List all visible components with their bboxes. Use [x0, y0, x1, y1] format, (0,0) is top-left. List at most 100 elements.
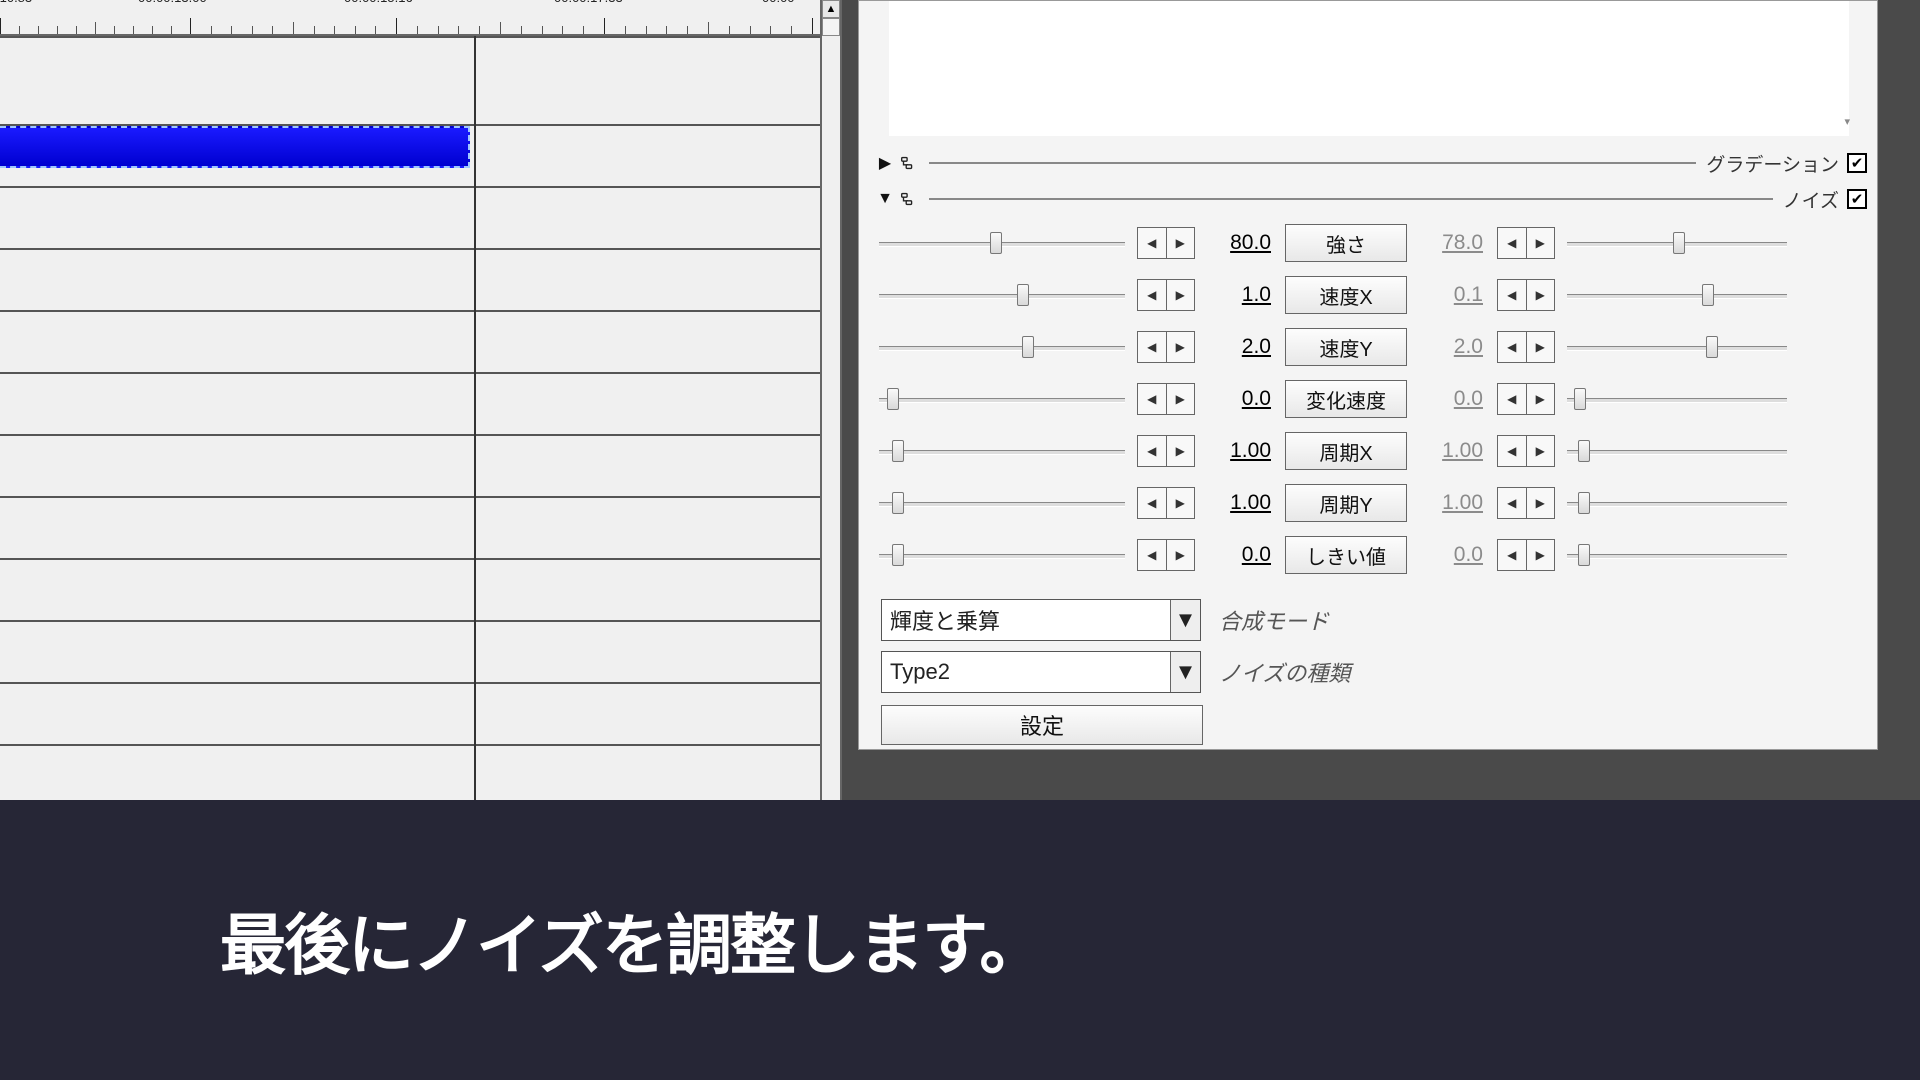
- param-stepper-right[interactable]: ◀▶: [1497, 435, 1555, 467]
- chevron-left-icon[interactable]: ◀: [1138, 384, 1167, 414]
- param-name-button[interactable]: 周期Y: [1285, 484, 1407, 522]
- chevron-left-icon[interactable]: ◀: [1138, 488, 1167, 518]
- timeline-track[interactable]: [0, 684, 820, 746]
- chevron-left-icon[interactable]: ◀: [1498, 488, 1527, 518]
- param-stepper-right[interactable]: ◀▶: [1497, 227, 1555, 259]
- blend-mode-combo[interactable]: 輝度と乗算 ▼: [881, 599, 1201, 641]
- param-stepper-left[interactable]: ◀▶: [1137, 487, 1195, 519]
- chevron-right-icon[interactable]: ▶: [1167, 332, 1195, 362]
- collapse-down-icon[interactable]: ▼: [875, 190, 895, 208]
- chevron-right-icon[interactable]: ▶: [1527, 488, 1555, 518]
- param-slider-left[interactable]: [877, 336, 1127, 358]
- param-right-value[interactable]: 0.0: [1417, 387, 1487, 411]
- settings-button[interactable]: 設定: [881, 705, 1203, 745]
- chevron-left-icon[interactable]: ◀: [1138, 228, 1167, 258]
- timeline-track[interactable]: [0, 622, 820, 684]
- param-name-button[interactable]: 強さ: [1285, 224, 1407, 262]
- param-slider-right[interactable]: [1565, 336, 1789, 358]
- chevron-left-icon[interactable]: ◀: [1138, 436, 1167, 466]
- param-slider-right[interactable]: [1565, 492, 1789, 514]
- timeline-track[interactable]: [0, 374, 820, 436]
- param-stepper-right[interactable]: ◀▶: [1497, 279, 1555, 311]
- param-name-button[interactable]: 速度Y: [1285, 328, 1407, 366]
- timeline-track[interactable]: [0, 498, 820, 560]
- timeline-playhead[interactable]: [474, 36, 476, 806]
- param-right-value[interactable]: 0.1: [1417, 283, 1487, 307]
- param-right-value[interactable]: 78.0: [1417, 231, 1487, 255]
- collapse-right-icon[interactable]: ▶: [875, 153, 895, 173]
- param-left-value[interactable]: 1.00: [1205, 439, 1275, 463]
- chevron-right-icon[interactable]: ▶: [1167, 228, 1195, 258]
- scroll-rail[interactable]: [822, 18, 840, 36]
- timeline-track[interactable]: [0, 436, 820, 498]
- param-right-value[interactable]: 0.0: [1417, 543, 1487, 567]
- timeline-track[interactable]: [0, 250, 820, 312]
- param-slider-left[interactable]: [877, 232, 1127, 254]
- param-left-value[interactable]: 0.0: [1205, 387, 1275, 411]
- noise-type-combo[interactable]: Type2 ▼: [881, 651, 1201, 693]
- chevron-right-icon[interactable]: ▶: [1527, 332, 1555, 362]
- param-stepper-right[interactable]: ◀▶: [1497, 383, 1555, 415]
- param-slider-left[interactable]: [877, 388, 1127, 410]
- chevron-down-icon[interactable]: ▼: [1170, 652, 1200, 692]
- chevron-down-icon[interactable]: ▼: [1170, 600, 1200, 640]
- param-slider-left[interactable]: [877, 284, 1127, 306]
- param-slider-left[interactable]: [877, 544, 1127, 566]
- noise-section-header[interactable]: ▼ ノイズ: [875, 185, 1867, 213]
- chevron-left-icon[interactable]: ◀: [1498, 332, 1527, 362]
- chevron-left-icon[interactable]: ◀: [1138, 332, 1167, 362]
- param-slider-right[interactable]: [1565, 232, 1789, 254]
- chevron-right-icon[interactable]: ▶: [1167, 436, 1195, 466]
- chevron-right-icon[interactable]: ▶: [1527, 228, 1555, 258]
- param-left-value[interactable]: 0.0: [1205, 543, 1275, 567]
- chevron-right-icon[interactable]: ▶: [1527, 280, 1555, 310]
- param-name-button[interactable]: 速度X: [1285, 276, 1407, 314]
- timeline-track[interactable]: [0, 312, 820, 374]
- param-stepper-right[interactable]: ◀▶: [1497, 539, 1555, 571]
- param-stepper-left[interactable]: ◀▶: [1137, 227, 1195, 259]
- param-stepper-left[interactable]: ◀▶: [1137, 331, 1195, 363]
- chevron-left-icon[interactable]: ◀: [1498, 540, 1527, 570]
- param-right-value[interactable]: 1.00: [1417, 439, 1487, 463]
- param-stepper-left[interactable]: ◀▶: [1137, 539, 1195, 571]
- param-slider-left[interactable]: [877, 440, 1127, 462]
- timeline-clip-selected[interactable]: [0, 126, 470, 168]
- gradient-enable-checkbox[interactable]: [1847, 153, 1867, 173]
- chevron-left-icon[interactable]: ◀: [1498, 228, 1527, 258]
- param-left-value[interactable]: 1.0: [1205, 283, 1275, 307]
- gradient-section-header[interactable]: ▶ グラデーション: [875, 149, 1867, 177]
- chevron-right-icon[interactable]: ▶: [1527, 384, 1555, 414]
- param-slider-right[interactable]: [1565, 388, 1789, 410]
- param-stepper-left[interactable]: ◀▶: [1137, 383, 1195, 415]
- chevron-left-icon[interactable]: ◀: [1138, 540, 1167, 570]
- chevron-down-icon[interactable]: ▾: [1844, 115, 1850, 128]
- chevron-right-icon[interactable]: ▶: [1527, 540, 1555, 570]
- timeline-track[interactable]: [0, 36, 820, 126]
- param-left-value[interactable]: 2.0: [1205, 335, 1275, 359]
- ruler-ticks[interactable]: [0, 8, 820, 36]
- chevron-left-icon[interactable]: ◀: [1498, 280, 1527, 310]
- param-slider-right[interactable]: [1565, 440, 1789, 462]
- param-stepper-left[interactable]: ◀▶: [1137, 279, 1195, 311]
- chevron-right-icon[interactable]: ▶: [1167, 280, 1195, 310]
- chevron-left-icon[interactable]: ◀: [1498, 436, 1527, 466]
- timeline-track[interactable]: [0, 188, 820, 250]
- param-right-value[interactable]: 1.00: [1417, 491, 1487, 515]
- param-stepper-left[interactable]: ◀▶: [1137, 435, 1195, 467]
- param-name-button[interactable]: しきい値: [1285, 536, 1407, 574]
- timeline-track[interactable]: [0, 560, 820, 622]
- chevron-right-icon[interactable]: ▶: [1527, 436, 1555, 466]
- param-stepper-right[interactable]: ◀▶: [1497, 331, 1555, 363]
- param-name-button[interactable]: 周期X: [1285, 432, 1407, 470]
- anchor-icon[interactable]: [897, 188, 919, 210]
- scroll-up-arrow-icon[interactable]: ▲: [822, 0, 840, 18]
- param-slider-right[interactable]: [1565, 544, 1789, 566]
- chevron-left-icon[interactable]: ◀: [1498, 384, 1527, 414]
- chevron-right-icon[interactable]: ▶: [1167, 540, 1195, 570]
- param-right-value[interactable]: 2.0: [1417, 335, 1487, 359]
- anchor-icon[interactable]: [897, 152, 919, 174]
- param-name-button[interactable]: 変化速度: [1285, 380, 1407, 418]
- param-left-value[interactable]: 80.0: [1205, 231, 1275, 255]
- chevron-left-icon[interactable]: ◀: [1138, 280, 1167, 310]
- param-left-value[interactable]: 1.00: [1205, 491, 1275, 515]
